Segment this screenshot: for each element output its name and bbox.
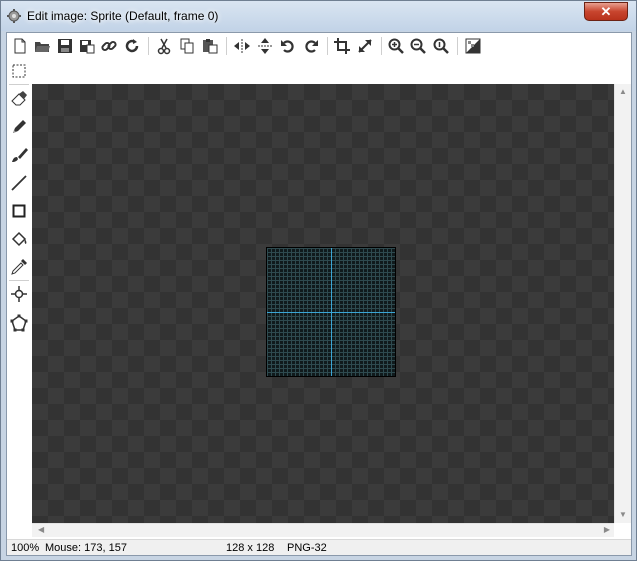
mouse-position: Mouse: 173, 157 xyxy=(45,542,127,554)
scroll-left-arrow-icon[interactable]: ◀ xyxy=(38,526,44,534)
window-title: Edit image: Sprite (Default, frame 0) xyxy=(27,9,219,23)
origin-tool[interactable] xyxy=(10,285,28,303)
color-picker-tool[interactable] xyxy=(10,258,28,276)
main-toolbar xyxy=(7,33,631,59)
crop-icon[interactable] xyxy=(333,37,351,55)
zoom-level: 100% xyxy=(11,542,40,554)
toolbar-separator xyxy=(226,37,227,55)
resize-icon[interactable] xyxy=(356,37,374,55)
editor-client-area: ▲ ▼ ◀ ▶ 100% Mouse: 173, 157 128 x 128 P… xyxy=(6,32,632,556)
scroll-right-arrow-icon[interactable]: ▶ xyxy=(604,526,610,534)
image-editor-window: Edit image: Sprite (Default, frame 0) ✕ xyxy=(0,0,637,561)
gear-icon xyxy=(7,9,21,23)
toolbar-separator xyxy=(148,37,149,55)
link-icon[interactable] xyxy=(100,37,118,55)
sprite-image[interactable] xyxy=(266,247,396,377)
flip-vertical-icon[interactable] xyxy=(256,37,274,55)
zoom-out-icon[interactable] xyxy=(409,37,427,55)
transparency-icon[interactable] xyxy=(464,37,482,55)
reload-icon[interactable] xyxy=(123,37,141,55)
close-button[interactable]: ✕ xyxy=(584,2,628,21)
zoom-in-icon[interactable] xyxy=(387,37,405,55)
polygon-tool[interactable] xyxy=(10,314,28,332)
title-bar[interactable]: Edit image: Sprite (Default, frame 0) ✕ xyxy=(1,1,636,31)
scroll-down-arrow-icon[interactable]: ▼ xyxy=(619,511,627,519)
vertical-scrollbar[interactable]: ▲ ▼ xyxy=(614,84,631,523)
copy-icon[interactable] xyxy=(178,37,196,55)
tool-palette xyxy=(7,59,31,521)
brush-tool[interactable] xyxy=(10,146,28,164)
select-rect-tool[interactable] xyxy=(10,62,28,80)
tool-separator xyxy=(9,84,29,85)
zoom-reset-icon[interactable] xyxy=(432,37,450,55)
toolbar-separator xyxy=(457,37,458,55)
paste-icon[interactable] xyxy=(201,37,219,55)
rectangle-tool[interactable] xyxy=(10,202,28,220)
rotate-right-icon[interactable] xyxy=(302,37,320,55)
eraser-tool[interactable] xyxy=(10,89,28,107)
open-icon[interactable] xyxy=(33,37,51,55)
new-icon[interactable] xyxy=(11,37,29,55)
flip-horizontal-icon[interactable] xyxy=(233,37,251,55)
status-bar: 100% Mouse: 173, 157 128 x 128 PNG-32 xyxy=(7,539,631,555)
toolbar-separator xyxy=(381,37,382,55)
save-icon[interactable] xyxy=(56,37,74,55)
image-size: 128 x 128 xyxy=(226,542,275,554)
horizontal-scrollbar[interactable]: ◀ ▶ xyxy=(32,523,614,537)
vertical-guide-line xyxy=(331,248,332,376)
save-as-icon[interactable] xyxy=(78,37,96,55)
line-tool[interactable] xyxy=(10,174,28,192)
image-format: PNG-32 xyxy=(287,542,327,554)
image-canvas[interactable] xyxy=(32,84,614,523)
tool-separator xyxy=(9,280,29,281)
fill-tool[interactable] xyxy=(10,230,28,248)
cut-icon[interactable] xyxy=(155,37,173,55)
scroll-up-arrow-icon[interactable]: ▲ xyxy=(619,88,627,96)
pencil-tool[interactable] xyxy=(10,118,28,136)
toolbar-separator xyxy=(327,37,328,55)
rotate-left-icon[interactable] xyxy=(279,37,297,55)
